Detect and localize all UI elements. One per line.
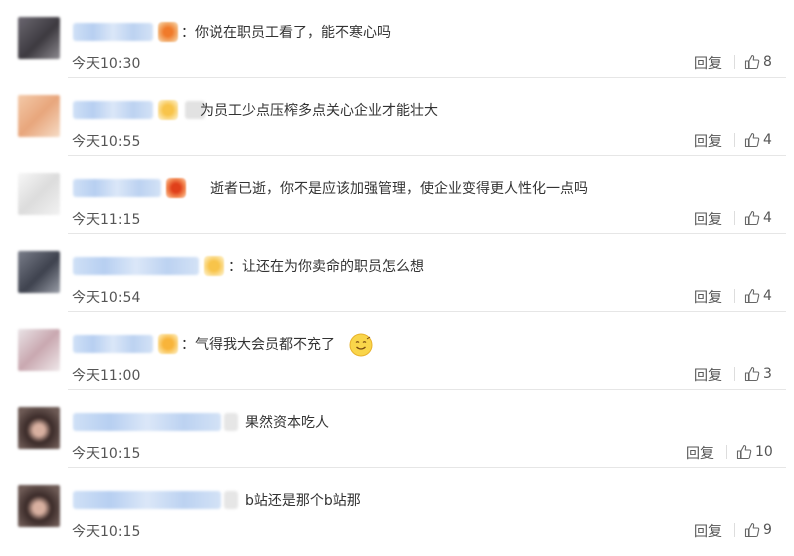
- thumbs-up-icon: [744, 366, 760, 382]
- comment-text: 逝者已逝，你不是应该加强管理，使企业变得更人性化一点吗: [210, 181, 588, 197]
- reply-button[interactable]: 回复: [694, 209, 722, 229]
- comment-time: 今天11:00: [72, 368, 141, 384]
- reply-button[interactable]: 回复: [694, 365, 722, 385]
- username[interactable]: [73, 101, 153, 119]
- like-count: 10: [755, 444, 773, 460]
- divider: [734, 523, 735, 537]
- comment-time: 今天10:15: [72, 446, 141, 462]
- member-badge-icon: [204, 256, 224, 276]
- divider: [734, 133, 735, 147]
- reply-button[interactable]: 回复: [686, 443, 714, 463]
- like-count: 3: [763, 366, 772, 382]
- reply-button[interactable]: 回复: [694, 53, 722, 73]
- reply-button[interactable]: 回复: [694, 287, 722, 307]
- thumbs-up-icon: [736, 444, 752, 460]
- comment-text: ：你说在职员工看了，能不寒心吗: [181, 25, 391, 41]
- username[interactable]: [73, 179, 161, 197]
- avatar[interactable]: [18, 329, 60, 371]
- comment-text: ：气得我大会员都不充了: [181, 337, 335, 353]
- comment-item: 逝者已逝，你不是应该加强管理，使企业变得更人性化一点吗 今天11:15 回复 4: [0, 156, 794, 234]
- like-count: 4: [763, 288, 772, 304]
- member-badge-icon: [166, 178, 186, 198]
- divider: [734, 367, 735, 381]
- username[interactable]: [73, 335, 153, 353]
- like-button[interactable]: 8: [734, 51, 772, 73]
- avatar[interactable]: [18, 95, 60, 137]
- member-badge-icon: [158, 334, 178, 354]
- divider: [734, 55, 735, 69]
- comment-time: 今天10:55: [72, 134, 141, 150]
- thumbs-up-icon: [744, 288, 760, 304]
- username[interactable]: [73, 413, 221, 431]
- like-count: 4: [763, 210, 772, 226]
- member-badge-icon: [158, 22, 178, 42]
- username-suffix: [224, 413, 238, 431]
- like-count: 8: [763, 54, 772, 70]
- comment-text: 果然资本吃人: [245, 415, 329, 431]
- comment-item: ：让还在为你卖命的职员怎么想 今天10:54 回复 4: [0, 234, 794, 312]
- thumbs-up-icon: [744, 54, 760, 70]
- avatar[interactable]: [18, 251, 60, 293]
- like-button[interactable]: 9: [734, 519, 772, 541]
- like-button[interactable]: 4: [734, 207, 772, 229]
- avatar[interactable]: [18, 17, 60, 59]
- divider: [734, 289, 735, 303]
- username[interactable]: [73, 491, 221, 509]
- username[interactable]: [73, 23, 153, 41]
- comment-text: b站还是那个b站那: [245, 493, 361, 509]
- like-button[interactable]: 3: [734, 363, 772, 385]
- like-count: 9: [763, 522, 772, 538]
- like-button[interactable]: 4: [734, 129, 772, 151]
- comment-item: 为员工少点压榨多点关心企业才能壮大 今天10:55 回复 4: [0, 78, 794, 156]
- thumbs-up-icon: [744, 522, 760, 538]
- comment-time: 今天10:54: [72, 290, 141, 306]
- comment-time: 今天11:15: [72, 212, 141, 228]
- avatar[interactable]: [18, 407, 60, 449]
- thumbs-up-icon: [744, 132, 760, 148]
- avatar[interactable]: [18, 485, 60, 527]
- comment-text: ：让还在为你卖命的职员怎么想: [228, 259, 424, 275]
- comment-list: ：你说在职员工看了，能不寒心吗 今天10:30 回复 8 为员工少点压榨多点关心…: [0, 0, 794, 556]
- comment-time: 今天10:30: [72, 56, 141, 72]
- like-button[interactable]: 4: [734, 285, 772, 307]
- divider: [726, 445, 727, 459]
- comment-time: 今天10:15: [72, 524, 141, 540]
- comment-item: 果然资本吃人 今天10:15 回复 10: [0, 390, 794, 468]
- divider: [734, 211, 735, 225]
- like-count: 4: [763, 132, 772, 148]
- username[interactable]: [73, 257, 199, 275]
- reply-button[interactable]: 回复: [694, 131, 722, 151]
- reply-button[interactable]: 回复: [694, 521, 722, 541]
- comment-text: 为员工少点压榨多点关心企业才能壮大: [200, 103, 438, 119]
- username-suffix: [224, 491, 238, 509]
- comment-item: ：气得我大会员都不充了 今天11:00 回复 3: [0, 312, 794, 390]
- avatar[interactable]: [18, 173, 60, 215]
- thumbs-up-icon: [744, 210, 760, 226]
- member-badge-icon: [158, 100, 178, 120]
- crying-laugh-emoji-icon: [349, 333, 373, 361]
- comment-item: ：你说在职员工看了，能不寒心吗 今天10:30 回复 8: [0, 0, 794, 78]
- like-button[interactable]: 10: [726, 441, 773, 463]
- comment-item: b站还是那个b站那 今天10:15 回复 9: [0, 468, 794, 546]
